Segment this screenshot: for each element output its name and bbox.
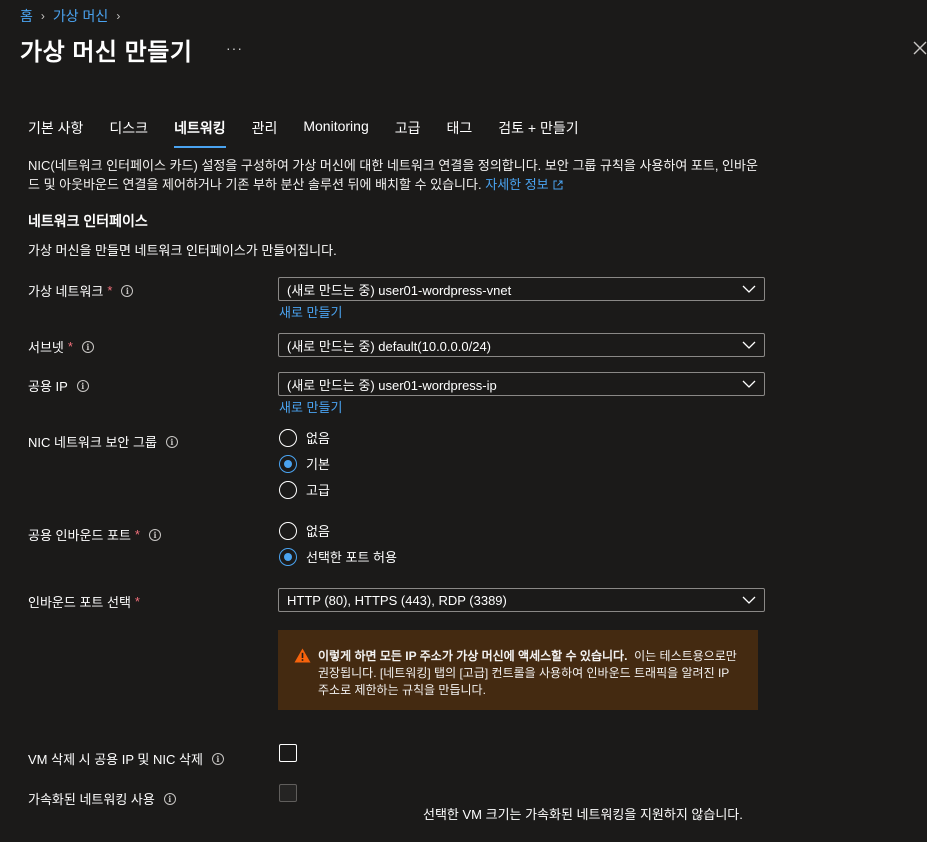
vnet-value: (새로 만드는 중) user01-wordpress-vnet [287, 282, 512, 298]
subnet-value: (새로 만드는 중) default(10.0.0.0/24) [287, 338, 492, 354]
radio-button[interactable] [279, 428, 297, 447]
tab-management[interactable]: 관리 [252, 118, 278, 148]
info-icon[interactable]: i [121, 284, 134, 297]
tab-networking[interactable]: 네트워킹 [174, 118, 226, 148]
info-icon[interactable]: i [163, 792, 176, 805]
chevron-down-icon [742, 380, 756, 388]
section-description: 가상 머신을 만들면 네트워크 인터페이스가 만들어집니다. [28, 243, 337, 258]
chevron-right-icon: › [40, 9, 45, 23]
subnet-label: 서브넷 * i [28, 337, 94, 356]
chevron-down-icon [742, 285, 756, 293]
select-ports-dropdown[interactable]: HTTP (80), HTTPS (443), RDP (3389) [278, 588, 765, 612]
tab-monitoring[interactable]: Monitoring [303, 118, 368, 148]
inbound-ports-option-allow[interactable]: 선택한 포트 허용 [279, 547, 397, 566]
chevron-down-icon [742, 596, 756, 604]
vnet-label: 가상 네트워크 * i [28, 281, 134, 300]
tab-tags[interactable]: 태그 [447, 118, 473, 148]
radio-button[interactable] [279, 521, 297, 540]
nsg-label-text: NIC 네트워크 보안 그룹 [28, 435, 157, 450]
warning-icon [294, 648, 311, 663]
required-mark: * [107, 283, 113, 298]
learn-more-label: 자세한 정보 [485, 177, 549, 192]
info-icon[interactable]: i [165, 435, 178, 448]
nsg-option-basic[interactable]: 기본 [279, 454, 330, 473]
chevron-right-icon: › [116, 9, 121, 23]
required-mark: * [134, 527, 140, 542]
radio-button-selected[interactable] [279, 547, 297, 566]
intro-description: NIC(네트워크 인터페이스 카드) 설정을 구성하여 가상 머신에 대한 네트… [28, 158, 758, 192]
nsg-option-advanced-label: 고급 [306, 483, 330, 498]
public-ip-create-new-link[interactable]: 새로 만들기 [279, 397, 342, 416]
info-icon[interactable]: i [211, 752, 224, 765]
tab-basics[interactable]: 기본 사항 [28, 118, 83, 148]
info-icon[interactable]: i [76, 379, 89, 392]
tab-review-create[interactable]: 검토 + 만들기 [498, 118, 578, 148]
accel-net-label-text: 가속화된 네트워킹 사용 [28, 792, 155, 807]
accel-net-note: 선택한 VM 크기는 가속화된 네트워킹을 지원하지 않습니다. [423, 807, 743, 822]
radio-button-selected[interactable] [279, 454, 297, 473]
intro-text: NIC(네트워크 인터페이스 카드) 설정을 구성하여 가상 머신에 대한 네트… [28, 156, 758, 194]
learn-more-link[interactable]: 자세한 정보 [485, 177, 563, 192]
public-ip-label: 공용 IP i [28, 376, 89, 395]
page-title: 가상 머신 만들기 [20, 39, 193, 66]
public-ip-select[interactable]: (새로 만드는 중) user01-wordpress-ip [278, 372, 765, 396]
vnet-label-text: 가상 네트워크 [28, 284, 104, 299]
nsg-option-none-label: 없음 [306, 431, 330, 446]
radio-button[interactable] [279, 480, 297, 499]
vnet-create-new-link[interactable]: 새로 만들기 [279, 302, 342, 321]
required-mark: * [134, 594, 140, 609]
inbound-ports-label: 공용 인바운드 포트 * i [28, 525, 161, 544]
warning-message: 이렇게 하면 모든 IP 주소가 가상 머신에 액세스할 수 있습니다. 이는 … [278, 630, 758, 710]
info-icon[interactable]: i [148, 528, 161, 541]
delete-ip-nic-checkbox[interactable] [279, 744, 297, 762]
inbound-ports-label-text: 공용 인바운드 포트 [28, 528, 131, 543]
warning-bold-text: 이렇게 하면 모든 IP 주소가 가상 머신에 액세스할 수 있습니다. [318, 649, 628, 663]
close-icon[interactable] [912, 40, 927, 56]
nsg-label: NIC 네트워크 보안 그룹 i [28, 432, 178, 451]
delete-ip-nic-label-text: VM 삭제 시 공용 IP 및 NIC 삭제 [28, 752, 203, 767]
accel-net-checkbox [279, 784, 297, 802]
tab-bar: 기본 사항 디스크 네트워킹 관리 Monitoring 고급 태그 검토 + … [28, 118, 605, 148]
tab-advanced[interactable]: 고급 [395, 118, 421, 148]
tab-disks[interactable]: 디스크 [109, 118, 148, 148]
more-options-button[interactable]: ··· [226, 40, 243, 56]
select-ports-label: 인바운드 포트 선택 * [28, 592, 140, 611]
nsg-option-advanced[interactable]: 고급 [279, 480, 330, 499]
nsg-option-basic-label: 기본 [306, 457, 330, 472]
breadcrumb-home[interactable]: 홈 [20, 6, 33, 26]
delete-ip-nic-label: VM 삭제 시 공용 IP 및 NIC 삭제 i [28, 749, 224, 768]
breadcrumb: 홈 › 가상 머신 › [20, 6, 128, 26]
vnet-select[interactable]: (새로 만드는 중) user01-wordpress-vnet [278, 277, 765, 301]
section-title: 네트워크 인터페이스 [28, 213, 148, 229]
select-ports-label-text: 인바운드 포트 선택 [28, 595, 131, 610]
inbound-ports-option-allow-label: 선택한 포트 허용 [306, 550, 397, 565]
inbound-ports-option-none-label: 없음 [306, 524, 330, 539]
required-mark: * [67, 339, 73, 354]
chevron-down-icon [742, 341, 756, 349]
select-ports-value: HTTP (80), HTTPS (443), RDP (3389) [287, 592, 507, 608]
nsg-option-none[interactable]: 없음 [279, 428, 330, 447]
breadcrumb-virtual-machines[interactable]: 가상 머신 [53, 6, 108, 26]
external-link-icon [553, 180, 563, 190]
subnet-label-text: 서브넷 [28, 340, 64, 355]
inbound-ports-option-none[interactable]: 없음 [279, 521, 330, 540]
subnet-select[interactable]: (새로 만드는 중) default(10.0.0.0/24) [278, 333, 765, 357]
info-icon[interactable]: i [81, 340, 94, 353]
public-ip-value: (새로 만드는 중) user01-wordpress-ip [287, 377, 497, 393]
public-ip-label-text: 공용 IP [28, 379, 68, 394]
accel-net-label: 가속화된 네트워킹 사용 i [28, 789, 176, 808]
